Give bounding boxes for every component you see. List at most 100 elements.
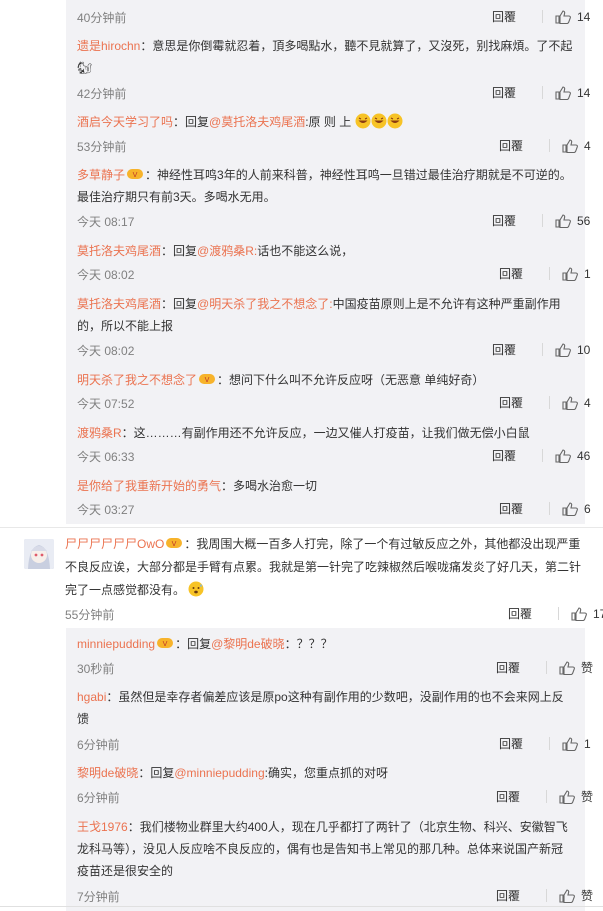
like-count: 14 <box>577 9 591 24</box>
comment-text: minniepudding V ：回复@黎明de破晓：？？？ <box>77 637 333 651</box>
like-button[interactable]: 6 <box>562 502 591 516</box>
like-button[interactable]: 17 <box>571 607 603 621</box>
divider <box>542 10 543 23</box>
like-count: 赞 <box>581 661 594 675</box>
like-button[interactable]: 10 <box>555 343 590 357</box>
comment-time: 40分钟前 <box>77 11 127 25</box>
comment-actions: 回覆 4 <box>499 137 591 154</box>
thumbs-up-icon <box>559 660 575 675</box>
thumbs-up-icon <box>562 395 578 410</box>
like-count: 10 <box>577 342 591 357</box>
comment-actions: 回覆 4 <box>499 394 591 411</box>
divider <box>0 906 603 907</box>
like-button[interactable]: 14 <box>555 10 590 24</box>
like-button[interactable]: 56 <box>555 214 590 228</box>
thumbs-up-icon <box>559 789 575 804</box>
thumbs-up-icon <box>559 888 575 903</box>
comment-user[interactable]: 王戈1976 <box>77 820 128 834</box>
comment-text: hgabi：虽然但是幸存者偏差应该是原po这种有副作用的少数吧，没副作用的也不会… <box>77 690 564 726</box>
like-count: 6 <box>584 501 591 516</box>
mention-link[interactable]: @渡鸦桑R: <box>197 244 257 258</box>
comment-actions: 回覆 赞 <box>496 887 593 904</box>
reply-button[interactable]: 回覆 <box>499 735 549 752</box>
mention-link[interactable]: @黎明de破晓 <box>211 637 285 651</box>
comment-text: 是你给了我重新开始的勇气：多喝水治愈一切 <box>77 479 318 493</box>
comment-text: 酒启今天学习了吗：回复@莫托洛夫鸡尾酒:原 则 上 <box>77 111 575 133</box>
like-button[interactable]: 赞 <box>559 788 593 805</box>
like-button[interactable]: 1 <box>562 267 591 281</box>
like-button[interactable]: 14 <box>555 86 590 100</box>
reply-button[interactable]: 回覆 <box>496 788 546 805</box>
laughing-emoji-icon <box>371 113 387 129</box>
like-button[interactable]: 1 <box>562 737 591 751</box>
comment-user[interactable]: 尸尸尸尸尸尸OwO <box>65 537 164 551</box>
comment-actions: 回覆 赞 <box>496 788 593 805</box>
comment-user[interactable]: 是你给了我重新开始的勇气 <box>77 479 221 493</box>
comment-time: 6分钟前 <box>77 791 120 805</box>
comment-text: 多草静子 V ：神经性耳鸣3年的人前来科普，神经性耳鸣一旦错过最佳治疗期就是不可逆的… <box>77 168 572 204</box>
comment-actions: 回覆 6 <box>499 500 591 517</box>
reply-button[interactable]: 回覆 <box>499 394 549 411</box>
thumbs-up-icon <box>555 448 571 463</box>
comment-actions: 回覆 1 <box>499 735 591 752</box>
like-button[interactable]: 46 <box>555 449 590 463</box>
reply-button[interactable]: 回覆 <box>496 887 546 904</box>
reply-button[interactable]: 回覆 <box>508 605 558 622</box>
reply-button[interactable]: 回覆 <box>499 137 549 154</box>
like-button[interactable]: 赞 <box>559 887 593 904</box>
comment-time: 53分钟前 <box>77 140 127 154</box>
comment-user[interactable]: 明天杀了我之不想念了 <box>77 373 197 387</box>
comment-text: 莫托洛夫鸡尾酒：回复@渡鸦桑R:话也不能这么说， <box>77 244 354 258</box>
reply-button[interactable]: 回覆 <box>496 659 546 676</box>
like-count: 4 <box>584 395 591 410</box>
mention-link[interactable]: @明天杀了我之不想念了: <box>197 297 333 311</box>
thumbs-up-icon <box>571 606 587 621</box>
comment-time: 42分钟前 <box>77 87 127 101</box>
comment-user[interactable]: 多草静子 <box>77 168 125 182</box>
reply-button[interactable]: 回覆 <box>492 84 542 101</box>
comment-user[interactable]: 酒启今天学习了吗 <box>77 115 173 129</box>
reply-button[interactable]: 回覆 <box>492 341 542 358</box>
avatar[interactable] <box>24 539 54 569</box>
like-button[interactable]: 4 <box>562 396 591 410</box>
comment-actions: 回覆 14 <box>492 8 590 25</box>
reply-button[interactable]: 回覆 <box>499 500 549 517</box>
comment-text: 黎明de破晓：回复@minniepudding:确实，您重点抓的对呀 <box>77 766 388 780</box>
reply-button[interactable]: 回覆 <box>492 212 542 229</box>
vip-badge-icon: V <box>157 638 174 648</box>
divider <box>0 527 603 528</box>
thumbs-up-icon <box>555 342 571 357</box>
like-count: 56 <box>577 213 591 228</box>
comment-text: 王戈1976：我们楼物业群里大约400人，现在几乎都打了两针了（北京生物、科兴、… <box>77 820 568 878</box>
reply-button[interactable]: 回覆 <box>492 8 542 25</box>
comment-user[interactable]: 渡鸦桑R <box>77 426 122 440</box>
mention-link[interactable]: @minniepudding <box>174 766 264 780</box>
comment-user[interactable]: 遗是hirochn <box>77 39 140 53</box>
like-button[interactable]: 赞 <box>559 659 593 676</box>
sweat-emoji-icon <box>188 581 204 597</box>
thumbs-up-icon <box>562 266 578 281</box>
comment-user[interactable]: minniepudding <box>77 637 155 651</box>
thumbs-up-icon <box>555 9 571 24</box>
comment-user[interactable]: 莫托洛夫鸡尾酒 <box>77 244 161 258</box>
comment-time: 6分钟前 <box>77 738 120 752</box>
reply-button[interactable]: 回覆 <box>499 265 549 282</box>
like-count: 14 <box>577 85 591 100</box>
svg-text:V: V <box>172 540 177 548</box>
like-count: 4 <box>584 138 591 153</box>
comment-time: 今天 03:27 <box>77 503 135 517</box>
vip-badge-icon: V <box>166 538 183 548</box>
like-button[interactable]: 4 <box>562 139 591 153</box>
comment-time: 7分钟前 <box>77 890 120 904</box>
comment-text: 莫托洛夫鸡尾酒：回复@明天杀了我之不想念了:中国疫苗原则上是不允许有这种严重副作… <box>77 297 561 333</box>
laughing-emoji-icon <box>355 113 371 129</box>
mention-link[interactable]: @莫托洛夫鸡尾酒 <box>209 115 305 129</box>
vip-badge-icon: V <box>199 374 216 384</box>
vip-badge-icon: V <box>127 169 144 179</box>
comment-user[interactable]: 黎明de破晓 <box>77 766 138 780</box>
comment-user[interactable]: hgabi <box>77 690 106 704</box>
reply-button[interactable]: 回覆 <box>492 447 542 464</box>
comment-user[interactable]: 莫托洛夫鸡尾酒 <box>77 297 161 311</box>
comment-actions: 回覆 17 <box>508 605 603 622</box>
like-count: 赞 <box>581 790 594 804</box>
